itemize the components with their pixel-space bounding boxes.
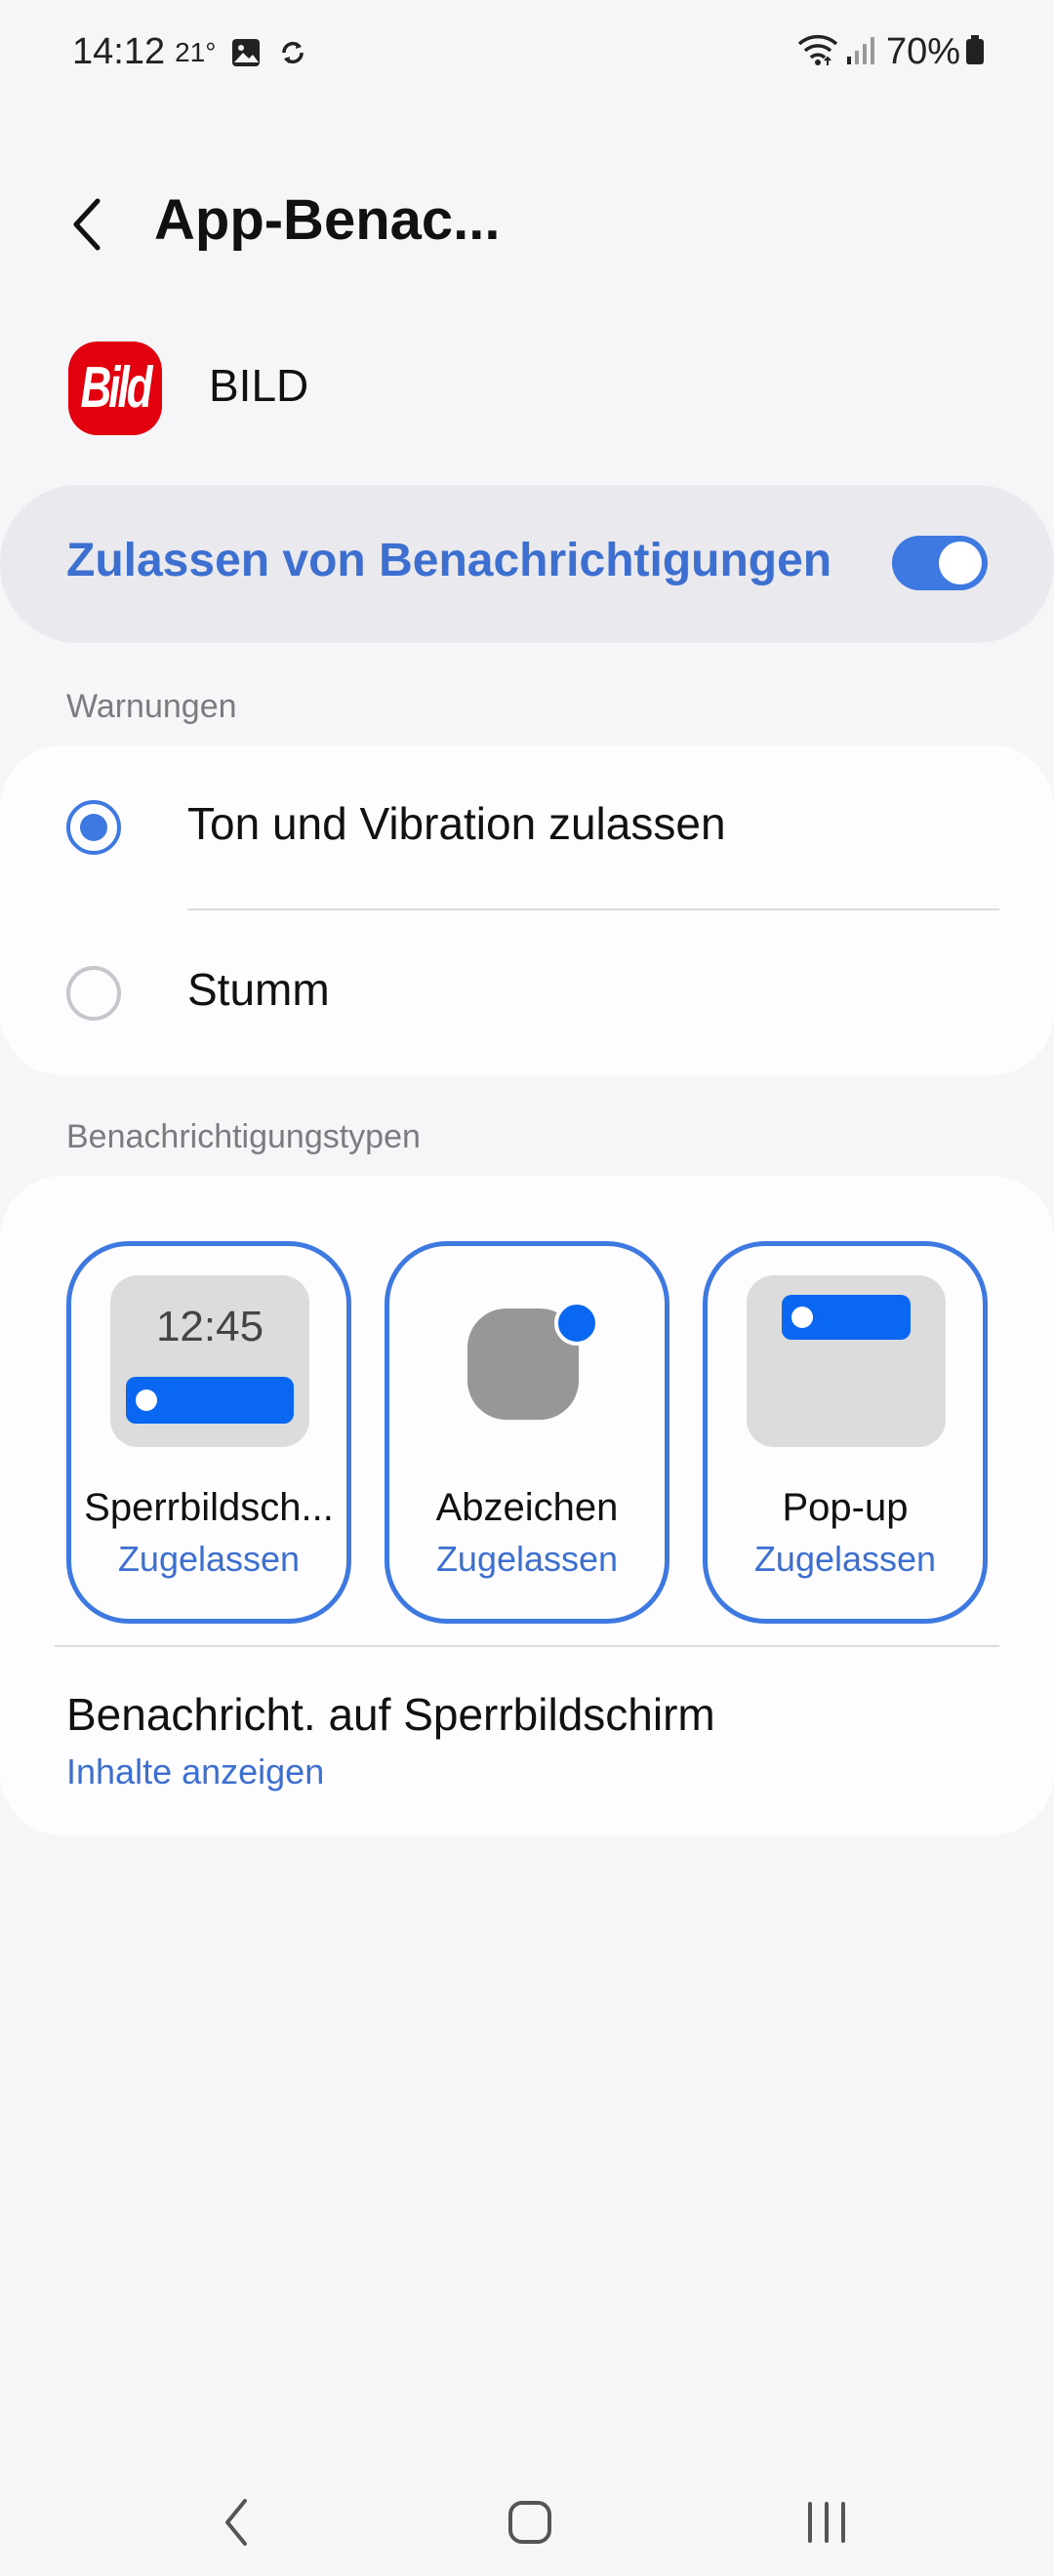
allow-notifications-label: Zulassen von Benachrichtigungen — [66, 535, 832, 586]
divider — [55, 1645, 999, 1647]
tile-status: Zugelassen — [117, 1539, 301, 1579]
popup-preview — [747, 1275, 946, 1447]
nav-home-button[interactable] — [486, 2478, 574, 2566]
radio-button-checked[interactable] — [66, 800, 121, 855]
tile-name: Sperrbildsch... — [84, 1486, 334, 1529]
tile-status: Zugelassen — [435, 1539, 619, 1579]
lock-screen-notifications-title: Benachricht. auf Sperrbildschirm — [66, 1689, 715, 1740]
section-header-alerts: Warnungen — [66, 688, 237, 725]
allow-notifications-row[interactable]: Zulassen von Benachrichtigungen — [0, 485, 1054, 643]
status-time: 14:12 — [72, 31, 166, 72]
dot — [136, 1389, 157, 1411]
wifi-icon — [796, 32, 839, 72]
battery-percent: 70% — [885, 31, 960, 72]
alerts-card: Ton und Vibration zulassen Stumm — [0, 745, 1054, 1075]
toggle-knob — [939, 542, 982, 584]
status-temperature: 21° — [175, 36, 217, 67]
section-header-types: Benachrichtigungstypen — [66, 1118, 421, 1155]
status-bar-right: 70% — [796, 31, 986, 73]
radio-button-unchecked[interactable] — [66, 966, 121, 1021]
back-button[interactable] — [57, 185, 115, 263]
screen: 14:12 21° 70% App-Benac... Bild BILD Zul… — [0, 0, 1054, 2576]
notification-bar — [782, 1295, 911, 1340]
nav-back-button[interactable] — [193, 2478, 281, 2566]
tile-status: Zugelassen — [753, 1539, 937, 1579]
nav-recents-button[interactable] — [783, 2478, 871, 2566]
app-icon: Bild — [68, 342, 162, 435]
chevron-left-icon — [73, 198, 101, 251]
home-icon — [508, 2501, 551, 2544]
alert-option-sound[interactable]: Ton und Vibration zulassen — [0, 745, 1054, 911]
divider — [187, 908, 999, 910]
tile-name: Abzeichen — [435, 1486, 619, 1529]
tile-popup[interactable]: Pop-up Zugelassen — [703, 1241, 988, 1624]
app-logo: Bild — [80, 355, 152, 421]
tile-name: Pop-up — [782, 1486, 909, 1529]
sync-icon — [276, 36, 309, 69]
alert-option-label: Stumm — [187, 964, 330, 1015]
lock-screen-notifications-value: Inhalte anzeigen — [66, 1751, 325, 1791]
status-bar: 14:12 21° 70% — [0, 0, 1054, 112]
preview-clock: 12:45 — [155, 1303, 264, 1350]
recents-icon — [808, 2502, 845, 2543]
status-bar-left: 14:12 21° — [72, 31, 309, 73]
battery-icon — [964, 33, 986, 71]
app-name: BILD — [209, 360, 309, 411]
navigation-bar — [0, 2459, 1054, 2576]
tile-lock-screen[interactable]: 12:45 Sperrbildsch... Zugelassen — [66, 1241, 351, 1624]
tile-badges[interactable]: Abzeichen Zugelassen — [385, 1241, 669, 1624]
signal-icon — [845, 33, 876, 71]
allow-notifications-toggle[interactable] — [892, 536, 988, 590]
alert-option-label: Ton und Vibration zulassen — [187, 798, 726, 849]
lock-screen-preview: 12:45 — [110, 1275, 309, 1447]
page-title: App-Benac... — [154, 188, 501, 252]
dot — [791, 1307, 813, 1328]
gallery-icon — [229, 36, 263, 69]
notification-bar — [126, 1377, 294, 1424]
alert-option-silent[interactable]: Stumm — [0, 911, 1054, 1077]
back-icon — [225, 2499, 247, 2546]
badge-dot — [554, 1301, 599, 1346]
